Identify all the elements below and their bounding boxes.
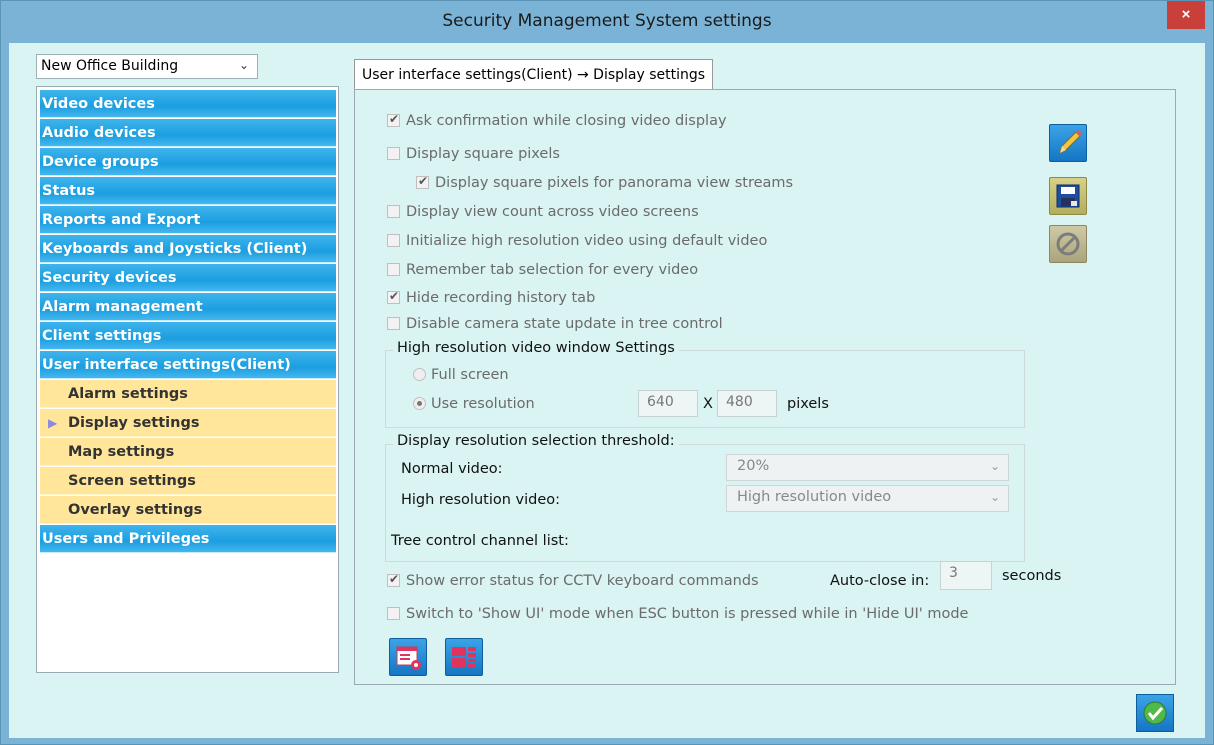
save-button[interactable] xyxy=(1049,177,1087,215)
hide-recording-checkbox[interactable]: Hide recording history tab xyxy=(387,289,596,306)
checkbox-label: Hide recording history tab xyxy=(406,290,596,306)
checkbox-box xyxy=(387,205,400,218)
checkbox-box xyxy=(387,317,400,330)
checkbox-label: Display square pixels for panorama view … xyxy=(435,175,794,191)
checkmark-icon xyxy=(1143,701,1167,725)
prohibited-icon xyxy=(1056,232,1080,256)
checkbox-box xyxy=(387,263,400,276)
nav-item-reports-export[interactable]: Reports and Export xyxy=(40,206,336,234)
nav-subitem-map-settings[interactable]: Map settings xyxy=(40,438,336,466)
checkbox-label: Disable camera state update in tree cont… xyxy=(406,316,723,332)
nav-item-audio-devices[interactable]: Audio devices xyxy=(40,119,336,147)
nav-item-video-devices[interactable]: Video devices xyxy=(40,90,336,118)
disable-camera-state-checkbox[interactable]: Disable camera state update in tree cont… xyxy=(387,316,723,332)
checkbox-label: Display view count across video screens xyxy=(406,204,699,220)
high-res-video-label: High resolution video: xyxy=(401,492,561,508)
close-button[interactable]: × xyxy=(1167,1,1205,29)
normal-video-select[interactable]: 20% ⌄ xyxy=(726,454,1009,481)
square-pixels-panorama-checkbox[interactable]: Display square pixels for panorama view … xyxy=(416,174,794,191)
location-select[interactable]: New Office Building ⌄ xyxy=(36,54,258,79)
checkbox-label: Ask confirmation while closing video dis… xyxy=(406,113,727,129)
checkbox-box xyxy=(387,112,400,127)
nav-item-status[interactable]: Status xyxy=(40,177,336,205)
checkbox-label: Switch to 'Show UI' mode when ESC button… xyxy=(406,606,969,622)
esc-show-ui-checkbox[interactable]: Switch to 'Show UI' mode when ESC button… xyxy=(387,606,968,622)
resolution-width-field[interactable]: 640 xyxy=(638,390,698,417)
resolution-unit-label: pixels xyxy=(787,396,829,412)
radio-label: Use resolution xyxy=(431,396,535,412)
init-high-res-checkbox[interactable]: Initialize high resolution video using d… xyxy=(387,233,767,249)
checkbox-label: Remember tab selection for every video xyxy=(406,262,699,278)
seconds-label: seconds xyxy=(1002,568,1062,584)
radio-dot xyxy=(413,368,426,381)
checkbox-box xyxy=(387,234,400,247)
nav-item-device-groups[interactable]: Device groups xyxy=(40,148,336,176)
checkbox-box xyxy=(416,174,429,189)
nav-item-security-devices[interactable]: Security devices xyxy=(40,264,336,292)
radio-label: Full screen xyxy=(431,367,509,383)
channel-layout-button[interactable] xyxy=(445,638,483,676)
nav-subitem-label: Display settings xyxy=(68,415,200,431)
checkbox-label: Display square pixels xyxy=(406,146,560,162)
resolution-height-field[interactable]: 480 xyxy=(717,390,777,417)
resolution-x-label: X xyxy=(703,396,713,412)
autoclose-label: Auto-close in: xyxy=(830,573,930,589)
radio-dot xyxy=(413,397,426,410)
high-res-group-title: High resolution video window Settings xyxy=(393,340,679,356)
checkbox-label: Show error status for CCTV keyboard comm… xyxy=(406,573,759,589)
chevron-down-icon: ⌄ xyxy=(989,490,1000,504)
chevron-down-icon: ⌄ xyxy=(238,58,249,72)
pencil-icon xyxy=(1059,130,1082,154)
nav-item-client-settings[interactable]: Client settings xyxy=(40,322,336,350)
threshold-group-title: Display resolution selection threshold: xyxy=(393,433,679,449)
edit-button[interactable] xyxy=(1049,124,1087,162)
ask-confirmation-checkbox[interactable]: Ask confirmation while closing video dis… xyxy=(387,112,727,129)
channel-list-button[interactable] xyxy=(389,638,427,676)
checkbox-label: Initialize high resolution video using d… xyxy=(406,233,768,249)
display-settings-panel: Ask confirmation while closing video dis… xyxy=(354,89,1176,685)
nav-subitem-screen-settings[interactable]: Screen settings xyxy=(40,467,336,495)
high-res-window-group xyxy=(385,350,1025,428)
checkbox-box xyxy=(387,607,400,620)
nav-subitem-display-settings[interactable]: ▶ Display settings xyxy=(40,409,336,437)
nav-item-user-interface-settings[interactable]: User interface settings(Client) xyxy=(40,351,336,379)
nav-subitem-alarm-settings[interactable]: Alarm settings xyxy=(40,380,336,408)
ok-button[interactable] xyxy=(1136,694,1174,732)
nav-subitem-overlay-settings[interactable]: Overlay settings xyxy=(40,496,336,524)
high-res-video-select[interactable]: High resolution video ⌄ xyxy=(726,485,1009,512)
normal-video-label: Normal video: xyxy=(401,461,503,477)
grid-layout-icon xyxy=(452,647,476,667)
nav-item-alarm-management[interactable]: Alarm management xyxy=(40,293,336,321)
nav-item-users-privileges[interactable]: Users and Privileges xyxy=(40,525,336,553)
settings-nav: Video devices Audio devices Device group… xyxy=(36,86,339,673)
checkbox-box xyxy=(387,572,400,587)
chevron-down-icon: ⌄ xyxy=(989,459,1000,473)
window-settings-icon xyxy=(396,646,421,670)
normal-video-value: 20% xyxy=(737,458,770,474)
tree-control-label: Tree control channel list: xyxy=(391,533,569,549)
cancel-button[interactable] xyxy=(1049,225,1087,263)
floppy-disk-icon xyxy=(1056,184,1080,208)
checkbox-box xyxy=(387,289,400,304)
square-pixels-checkbox[interactable]: Display square pixels xyxy=(387,146,560,162)
full-screen-radio[interactable]: Full screen xyxy=(413,367,509,383)
high-res-video-value: High resolution video xyxy=(737,489,892,505)
window-title: Security Management System settings xyxy=(442,11,772,31)
client-area: New Office Building ⌄ Video devices Audi… xyxy=(9,43,1205,738)
use-resolution-radio[interactable]: Use resolution xyxy=(413,396,535,412)
nav-item-keyboards-joysticks[interactable]: Keyboards and Joysticks (Client) xyxy=(40,235,336,263)
checkbox-box xyxy=(387,147,400,160)
location-select-value: New Office Building xyxy=(41,58,179,74)
selected-arrow-icon: ▶ xyxy=(48,416,58,430)
tab-display-settings[interactable]: User interface settings(Client) → Displa… xyxy=(354,59,714,90)
autoclose-seconds-field[interactable]: 3 xyxy=(940,561,992,590)
settings-window: Security Management System settings × Ne… xyxy=(0,0,1214,745)
view-count-checkbox[interactable]: Display view count across video screens xyxy=(387,204,699,220)
cctv-error-checkbox[interactable]: Show error status for CCTV keyboard comm… xyxy=(387,572,759,589)
remember-tab-checkbox[interactable]: Remember tab selection for every video xyxy=(387,262,698,278)
title-bar: Security Management System settings × xyxy=(1,1,1213,43)
